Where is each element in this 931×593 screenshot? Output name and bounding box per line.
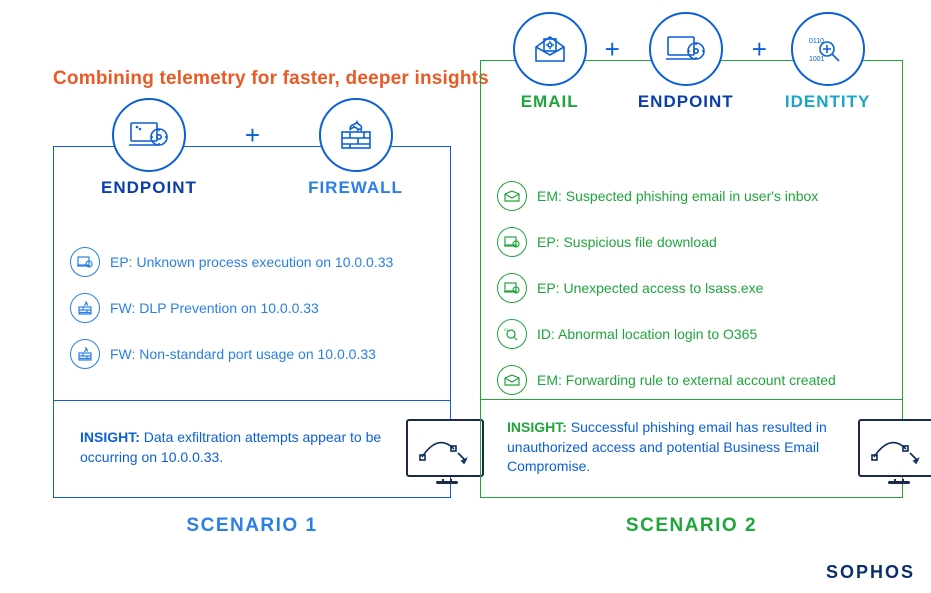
event-text: ID: Abnormal location login to O365 — [537, 326, 757, 342]
event-text: FW: DLP Prevention on 10.0.0.33 — [110, 300, 319, 316]
identity-icon: 0110 1001 — [791, 12, 865, 86]
email-source: EMAIL — [513, 12, 587, 112]
scenario-1-panel: ENDPOINT + FIREWALL EP: Unknown process … — [53, 146, 451, 498]
endpoint-icon — [112, 98, 186, 172]
event-row: FW: Non-standard port usage on 10.0.0.33 — [70, 339, 434, 369]
firewall-label: FIREWALL — [308, 178, 403, 198]
endpoint-label: ENDPOINT — [101, 178, 197, 198]
firewall-icon — [319, 98, 393, 172]
scenario-1-insight: INSIGHT: Data exfiltration attempts appe… — [54, 400, 450, 497]
event-text: FW: Non-standard port usage on 10.0.0.33 — [110, 346, 376, 362]
monitor-icon — [858, 419, 931, 477]
plus-icon: + — [605, 34, 620, 65]
insight-tag: INSIGHT: — [507, 419, 567, 435]
event-row: EP: Unexpected access to lsass.exe — [497, 273, 886, 303]
identity-source: 0110 1001 IDENTITY — [785, 12, 870, 112]
endpoint-source: ENDPOINT — [638, 12, 734, 112]
event-text: EP: Suspicious file download — [537, 234, 717, 250]
monitor-icon — [406, 419, 484, 477]
email-icon — [513, 12, 587, 86]
endpoint-chip-icon — [497, 227, 527, 257]
insight-tag: INSIGHT: — [80, 429, 140, 445]
endpoint-label: ENDPOINT — [638, 92, 734, 112]
endpoint-icon — [649, 12, 723, 86]
scenario-2-label: SCENARIO 2 — [481, 515, 902, 537]
email-chip-icon — [497, 365, 527, 395]
identity-chip-icon: 01 — [497, 319, 527, 349]
plus-icon: + — [752, 34, 767, 65]
svg-text:1001: 1001 — [809, 56, 825, 63]
firewall-chip-icon — [70, 293, 100, 323]
scenario-2-events: EM: Suspected phishing email in user's i… — [497, 181, 886, 395]
scenario-1-label: SCENARIO 1 — [54, 515, 450, 537]
event-row: EM: Forwarding rule to external account … — [497, 365, 886, 395]
scenario-1-sources: ENDPOINT + FIREWALL — [54, 98, 450, 198]
insight-text: INSIGHT: Data exfiltration attempts appe… — [80, 428, 388, 467]
brand-logo: SOPHOS — [826, 562, 915, 583]
event-row: FW: DLP Prevention on 10.0.0.33 — [70, 293, 434, 323]
firewall-source: FIREWALL — [308, 98, 403, 198]
email-label: EMAIL — [521, 92, 579, 112]
scenario-2-insight: INSIGHT: Successful phishing email has r… — [481, 399, 902, 497]
endpoint-chip-icon — [497, 273, 527, 303]
identity-label: IDENTITY — [785, 92, 870, 112]
firewall-chip-icon — [70, 339, 100, 369]
event-row: EP: Unknown process execution on 10.0.0.… — [70, 247, 434, 277]
endpoint-source: ENDPOINT — [101, 98, 197, 198]
event-text: EM: Forwarding rule to external account … — [537, 372, 836, 388]
event-text: EM: Suspected phishing email in user's i… — [537, 188, 818, 204]
svg-text:01: 01 — [504, 327, 509, 332]
scenario-2-panel: EMAIL + ENDPOINT + 0110 1001 — [480, 60, 903, 498]
event-text: EP: Unknown process execution on 10.0.0.… — [110, 254, 393, 270]
event-row: EP: Suspicious file download — [497, 227, 886, 257]
event-row: 01 ID: Abnormal location login to O365 — [497, 319, 886, 349]
page-title: Combining telemetry for faster, deeper i… — [53, 68, 489, 90]
email-chip-icon — [497, 181, 527, 211]
plus-icon: + — [245, 120, 260, 151]
scenario-2-sources: EMAIL + ENDPOINT + 0110 1001 — [481, 12, 902, 112]
insight-text: INSIGHT: Successful phishing email has r… — [507, 418, 840, 477]
endpoint-chip-icon — [70, 247, 100, 277]
scenario-1-events: EP: Unknown process execution on 10.0.0.… — [70, 247, 434, 369]
event-row: EM: Suspected phishing email in user's i… — [497, 181, 886, 211]
event-text: EP: Unexpected access to lsass.exe — [537, 280, 763, 296]
